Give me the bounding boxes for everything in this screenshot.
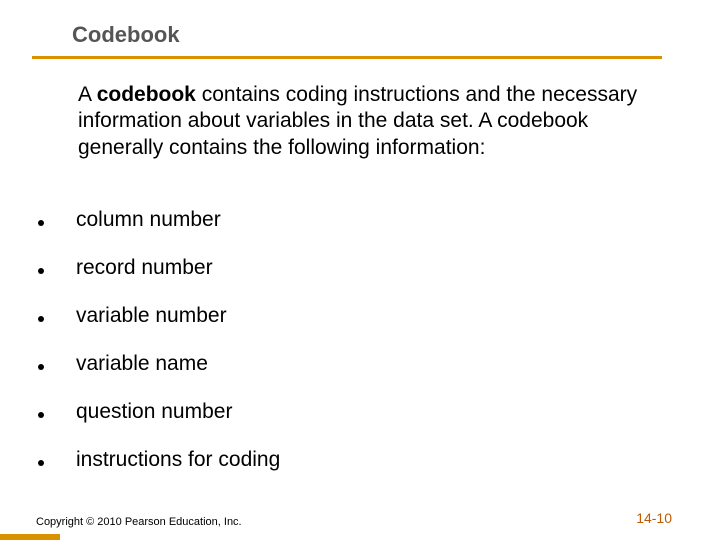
slide: Codebook A codebook contains coding inst… <box>0 0 720 540</box>
list-item: instructions for coding <box>38 448 668 472</box>
intro-paragraph: A codebook contains coding instructions … <box>78 82 648 161</box>
accent-bar <box>0 534 60 540</box>
bullet-icon <box>38 316 44 322</box>
bullet-text: instructions for coding <box>76 448 280 472</box>
title-underline <box>32 56 662 59</box>
copyright-text: Copyright © 2010 Pearson Education, Inc. <box>36 516 242 528</box>
bullet-list: column number record number variable num… <box>38 208 668 496</box>
bullet-icon <box>38 460 44 466</box>
bullet-icon <box>38 268 44 274</box>
list-item: variable number <box>38 304 668 328</box>
slide-title: Codebook <box>72 22 180 48</box>
bullet-text: variable number <box>76 304 227 328</box>
bullet-text: column number <box>76 208 221 232</box>
bullet-icon <box>38 220 44 226</box>
intro-lead-word: codebook <box>97 83 196 106</box>
page-number: 14-10 <box>636 510 672 526</box>
list-item: question number <box>38 400 668 424</box>
bullet-text: question number <box>76 400 232 424</box>
list-item: variable name <box>38 352 668 376</box>
list-item: column number <box>38 208 668 232</box>
bullet-icon <box>38 412 44 418</box>
bullet-text: record number <box>76 256 213 280</box>
bullet-text: variable name <box>76 352 208 376</box>
list-item: record number <box>38 256 668 280</box>
intro-prefix: A <box>78 83 97 106</box>
bullet-icon <box>38 364 44 370</box>
